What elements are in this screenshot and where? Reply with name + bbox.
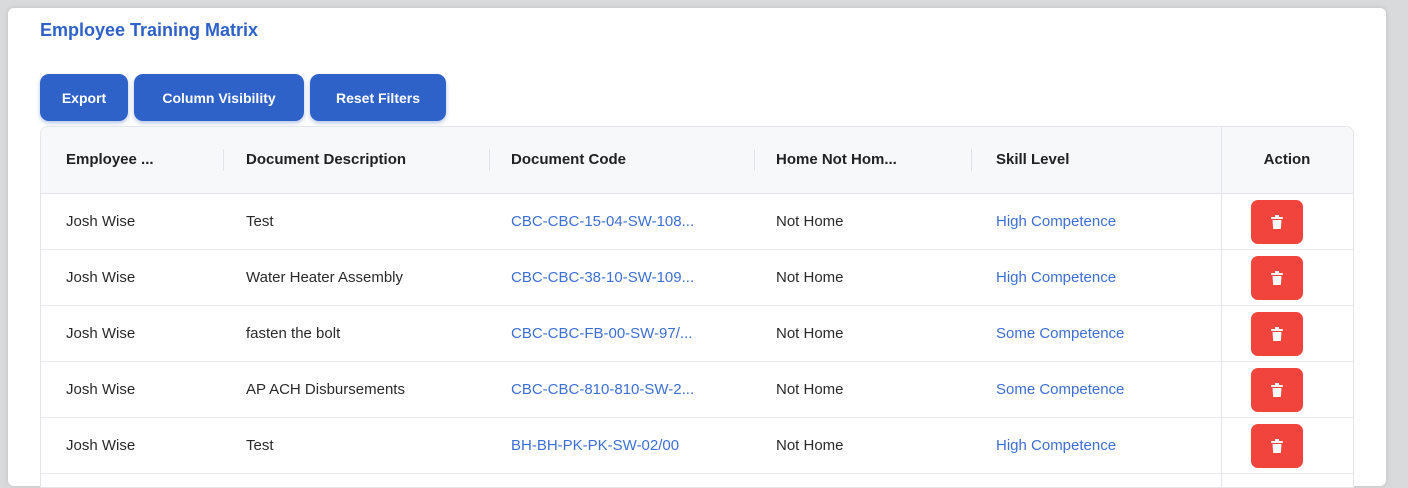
column-separator	[754, 149, 755, 171]
delete-button[interactable]	[1251, 200, 1303, 244]
trash-icon	[1271, 271, 1283, 285]
table-row[interactable]: Josh Wise fasten the bolt CBC-CBC-FB-00-…	[41, 306, 1353, 362]
delete-button[interactable]	[1251, 424, 1303, 468]
delete-button[interactable]	[1251, 256, 1303, 300]
skill-level-link[interactable]: High Competence	[996, 250, 1206, 305]
trash-icon	[1271, 327, 1283, 341]
column-visibility-button[interactable]: Column Visibility	[134, 74, 304, 121]
training-matrix-card: Employee Training Matrix Export Column V…	[8, 8, 1386, 488]
toolbar: Export Column Visibility Reset Filters	[40, 74, 446, 121]
page-title: Employee Training Matrix	[40, 20, 259, 40]
column-header-home-not-home[interactable]: Home Not Hom...	[776, 127, 956, 193]
grid-header: Employee ... Document Description Docume…	[41, 127, 1353, 194]
employee-cell: Josh Wise	[66, 213, 136, 230]
employee-cell: Josh Wise	[66, 437, 136, 454]
column-header-action: Action	[1263, 151, 1311, 168]
home-not-home-cell: Not Home	[776, 381, 844, 398]
export-button[interactable]: Export	[40, 74, 128, 121]
table-row[interactable]: Josh Wise Water Heater Assembly CBC-CBC-…	[41, 250, 1353, 306]
column-header-document-description[interactable]: Document Description	[246, 127, 476, 193]
skill-level-link[interactable]: High Competence	[996, 418, 1206, 473]
delete-button[interactable]	[1251, 368, 1303, 412]
document-description-cell: Test	[246, 213, 274, 230]
document-description-cell: Water Heater Assembly	[246, 269, 403, 286]
document-code-link[interactable]: CBC-CBC-15-04-SW-108...	[511, 194, 746, 249]
document-code-link[interactable]: CBC-CBC-FB-00-SW-97/...	[511, 306, 746, 361]
delete-button[interactable]	[1251, 312, 1303, 356]
table-row[interactable]: Josh Wise AP ACH Disbursements CBC-CBC-8…	[41, 362, 1353, 418]
training-grid: Employee ... Document Description Docume…	[40, 126, 1354, 488]
column-header-employee[interactable]: Employee ...	[66, 127, 216, 193]
column-separator	[223, 149, 224, 171]
column-separator	[971, 149, 972, 171]
reset-filters-button[interactable]: Reset Filters	[310, 74, 446, 121]
skill-level-link[interactable]: Some Competence	[996, 362, 1206, 417]
document-code-link[interactable]: CBC-CBC-810-810-SW-2...	[511, 362, 746, 417]
employee-cell: Josh Wise	[66, 325, 136, 342]
home-not-home-cell: Not Home	[776, 325, 844, 342]
trash-icon	[1271, 439, 1283, 453]
home-not-home-cell: Not Home	[776, 269, 844, 286]
table-row[interactable]: Josh Wise Test CBC-CBC-15-04-SW-108... N…	[41, 194, 1353, 250]
document-code-link[interactable]: CBC-CBC-38-10-SW-109...	[511, 250, 746, 305]
employee-cell: Josh Wise	[66, 269, 136, 286]
table-row[interactable]: Josh Wise Test BH-BH-PK-PK-SW-02/00 Not …	[41, 418, 1353, 474]
trash-icon	[1271, 383, 1283, 397]
column-separator	[489, 149, 490, 171]
document-description-cell: Test	[246, 437, 274, 454]
skill-level-link[interactable]: Some Competence	[996, 306, 1206, 361]
home-not-home-cell: Not Home	[776, 437, 844, 454]
employee-cell: Josh Wise	[66, 381, 136, 398]
column-header-document-code[interactable]: Document Code	[511, 127, 741, 193]
skill-level-link[interactable]: High Competence	[996, 194, 1206, 249]
column-header-skill-level[interactable]: Skill Level	[996, 127, 1196, 193]
document-code-link[interactable]: BH-BH-PK-PK-SW-02/00	[511, 418, 746, 473]
document-description-cell: fasten the bolt	[246, 325, 341, 342]
home-not-home-cell: Not Home	[776, 213, 844, 230]
trash-icon	[1271, 215, 1283, 229]
document-description-cell: AP ACH Disbursements	[246, 381, 405, 398]
